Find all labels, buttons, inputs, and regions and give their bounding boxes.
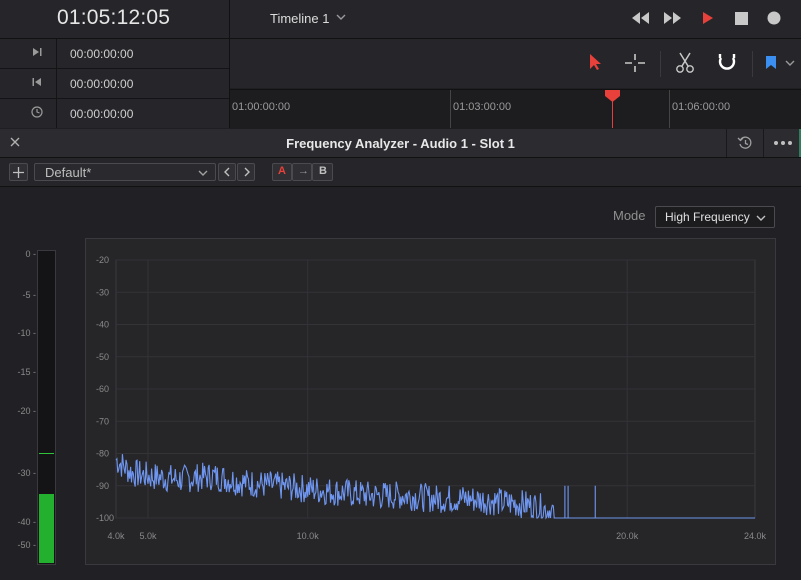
timeline-ruler[interactable]: 01:00:00:00 01:03:00:00 01:06:00:00: [230, 89, 801, 130]
mark-in-icon-cell: [0, 39, 57, 68]
meter-tick-label: -30 -: [17, 468, 36, 478]
mark-out-icon-cell: [0, 69, 57, 98]
ruler-label: 01:06:00:00: [672, 101, 731, 113]
y-tick-label: -40: [96, 320, 109, 330]
meter-level-fill: [39, 494, 54, 563]
timeline-header: Timeline 1: [230, 0, 801, 39]
ruler-tick: [450, 90, 451, 128]
meter-tick-label: -50 -: [17, 540, 36, 550]
rewind-icon[interactable]: [630, 11, 650, 25]
current-timecode-text: 01:05:12:05: [57, 6, 171, 29]
compare-a-button[interactable]: A: [272, 163, 292, 181]
plugin-titlebar: Frequency Analyzer - Audio 1 - Slot 1: [0, 129, 801, 158]
fast-forward-icon[interactable]: [663, 11, 683, 25]
next-preset-button[interactable]: [237, 163, 255, 181]
y-tick-label: -90: [96, 481, 109, 491]
chevron-right-icon: [244, 167, 250, 177]
chevron-down-icon[interactable]: [785, 59, 795, 67]
mark-out-row[interactable]: 00:00:00:00: [0, 69, 229, 99]
y-tick-label: -60: [96, 384, 109, 394]
mode-select[interactable]: High Frequency: [655, 206, 775, 228]
analyzer-body: Mode High Frequency 0 - -5 - -10 - -15 - -20…: [0, 187, 801, 580]
duration-clock-icon: [31, 106, 43, 118]
chevron-down-icon: [198, 170, 208, 176]
x-tick-label: 10.0k: [297, 531, 320, 541]
compare-a-label: A: [278, 165, 286, 177]
selection-arrow-icon[interactable]: [588, 53, 602, 71]
meter-tick-label: -20 -: [17, 406, 36, 416]
meter-tick-label: -5 -: [22, 290, 37, 300]
chevron-left-icon: [224, 167, 230, 177]
ruler-label: 01:00:00:00: [232, 101, 291, 113]
x-tick-label: 5.0k: [139, 531, 157, 541]
x-tick-label: 24.0k: [744, 531, 767, 541]
y-tick-label: -80: [96, 449, 109, 459]
mark-out-icon: [32, 78, 41, 86]
preset-toolbar: Default* A → B: [0, 158, 801, 187]
blade-scissors-icon[interactable]: [675, 52, 695, 74]
mark-in-timecode[interactable]: 00:00:00:00: [70, 47, 133, 61]
playhead-handle[interactable]: [605, 90, 620, 102]
y-tick-label: -100: [96, 513, 114, 523]
y-tick-label: -30: [96, 287, 109, 297]
current-timecode[interactable]: 01:05:12:05: [0, 0, 229, 39]
spectrum-graph: -20 -30 -40 -50 -60 -70 -80 -90 -100 4.0k 5.0k 10.0…: [85, 238, 776, 565]
snapping-magnet-icon[interactable]: [717, 52, 737, 74]
compare-b-label: B: [319, 165, 327, 177]
previous-preset-button[interactable]: [218, 163, 236, 181]
timecode-panel: 01:05:12:05 00:00:00:00 00:00:00:00 00:0…: [0, 0, 230, 128]
compare-b-button[interactable]: B: [312, 163, 333, 181]
plugin-title: Frequency Analyzer - Audio 1 - Slot 1: [286, 136, 515, 151]
chevron-down-icon[interactable]: [336, 13, 346, 21]
spectrum-chart: -20 -30 -40 -50 -60 -70 -80 -90 -100 4.0k 5.0k 10.0…: [96, 255, 767, 541]
x-tick-label: 4.0k: [107, 531, 125, 541]
y-tick-label: -70: [96, 416, 109, 426]
mode-select-value: High Frequency: [665, 210, 750, 224]
more-options-button[interactable]: [763, 129, 801, 157]
timeline-title[interactable]: Timeline 1: [270, 11, 329, 26]
history-button[interactable]: [726, 129, 763, 157]
meter-peak-hold: [39, 453, 54, 454]
meter-tick-label: -10 -: [17, 328, 36, 338]
record-icon[interactable]: [767, 11, 781, 25]
edit-toolbar: [230, 39, 801, 88]
x-tick-label: 20.0k: [616, 531, 639, 541]
copy-a-to-b-button[interactable]: →: [292, 163, 312, 181]
ruler-tick: [669, 90, 670, 128]
more-dots-icon: [774, 141, 792, 145]
preset-select-value: Default*: [45, 165, 92, 180]
duration-row[interactable]: 00:00:00:00: [0, 99, 229, 128]
meter-tick-label: 0 -: [25, 249, 36, 259]
preset-select[interactable]: Default*: [34, 163, 216, 181]
duration-timecode[interactable]: 00:00:00:00: [70, 107, 133, 121]
chevron-down-icon: [756, 215, 766, 221]
mode-label: Mode: [613, 208, 646, 223]
play-icon[interactable]: [701, 11, 715, 25]
plus-icon: [13, 167, 24, 178]
mark-out-timecode[interactable]: 00:00:00:00: [70, 77, 133, 91]
add-preset-button[interactable]: [9, 163, 28, 181]
ruler-label: 01:03:00:00: [453, 101, 512, 113]
stop-icon[interactable]: [735, 12, 748, 25]
y-tick-label: -20: [96, 255, 109, 265]
mark-in-row[interactable]: 00:00:00:00: [0, 39, 229, 69]
mark-in-icon: [33, 48, 42, 56]
history-icon: [737, 136, 752, 149]
trim-crosshair-icon[interactable]: [624, 53, 646, 73]
meter-tick-label: -40 -: [17, 517, 36, 527]
duration-icon-cell: [0, 99, 57, 128]
flag-marker-icon[interactable]: [765, 55, 777, 71]
level-meter: [37, 250, 56, 565]
toolbar-divider: [660, 51, 661, 77]
meter-tick-label: -15 -: [17, 367, 36, 377]
copy-arrow-label: →: [298, 165, 309, 177]
y-tick-label: -50: [96, 352, 109, 362]
toolbar-divider: [752, 51, 753, 77]
